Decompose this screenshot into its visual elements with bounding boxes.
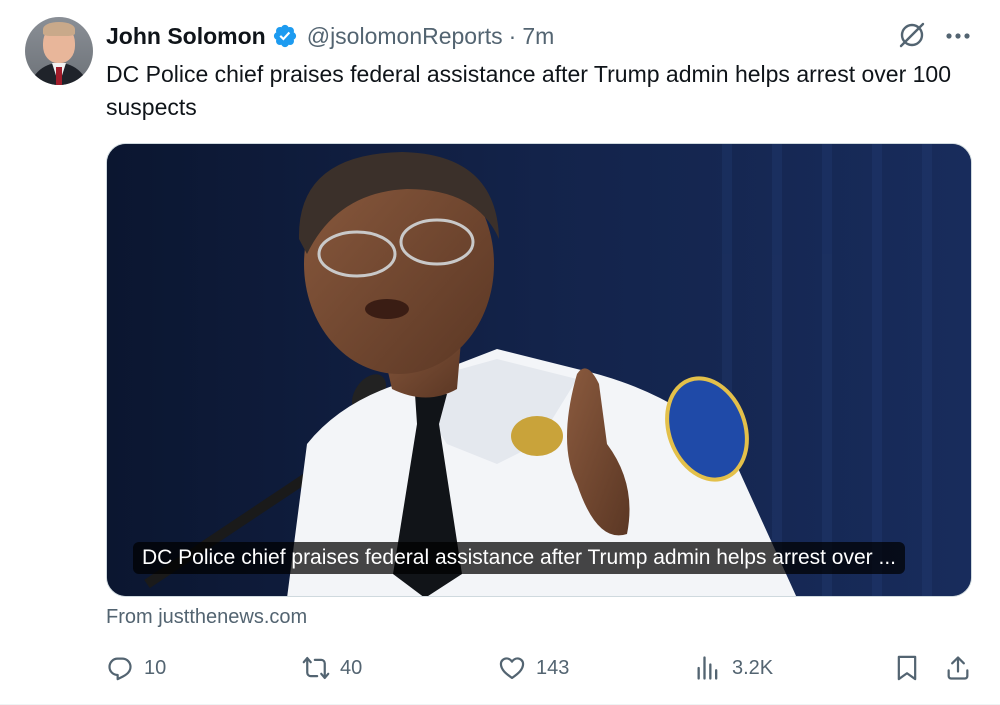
- display-name[interactable]: John Solomon: [106, 23, 266, 50]
- author-handle[interactable]: @jsolomonReports: [307, 23, 503, 50]
- link-card[interactable]: DC Police chief praises federal assistan…: [106, 143, 972, 597]
- repost-icon: [302, 656, 330, 680]
- repost-count: 40: [340, 656, 363, 679]
- timestamp[interactable]: 7m: [522, 23, 554, 50]
- views-count: 3.2K: [732, 656, 774, 679]
- card-photo: [107, 144, 971, 596]
- tweet-text: DC Police chief praises federal assistan…: [106, 61, 952, 120]
- tweet[interactable]: John Solomon @jsolomonReports · 7m DC Po…: [0, 0, 1000, 705]
- card-source[interactable]: From justthenews.com: [106, 606, 307, 629]
- card-title: DC Police chief praises federal assistan…: [133, 542, 905, 574]
- bookmark-button[interactable]: [893, 650, 921, 686]
- tweet-header: John Solomon @jsolomonReports · 7m: [106, 20, 554, 52]
- reply-icon: [108, 657, 132, 681]
- heart-icon: [499, 657, 525, 680]
- bookmark-icon: [897, 655, 917, 681]
- verified-badge-icon[interactable]: [272, 23, 298, 49]
- grok-icon[interactable]: [897, 20, 927, 50]
- repost-button[interactable]: 40: [302, 650, 362, 686]
- share-button[interactable]: [944, 650, 972, 686]
- reply-count: 10: [144, 656, 167, 679]
- reply-button[interactable]: 10: [106, 650, 166, 686]
- avatar[interactable]: [25, 17, 93, 85]
- like-button[interactable]: 143: [498, 650, 569, 686]
- action-bar: 10 40 143 3.2K: [106, 650, 972, 686]
- separator-dot: ·: [508, 22, 517, 49]
- views-chart-icon: [697, 656, 718, 680]
- views-button[interactable]: 3.2K: [694, 650, 773, 686]
- share-icon: [947, 656, 969, 680]
- more-icon[interactable]: [944, 24, 972, 48]
- like-count: 143: [536, 656, 570, 679]
